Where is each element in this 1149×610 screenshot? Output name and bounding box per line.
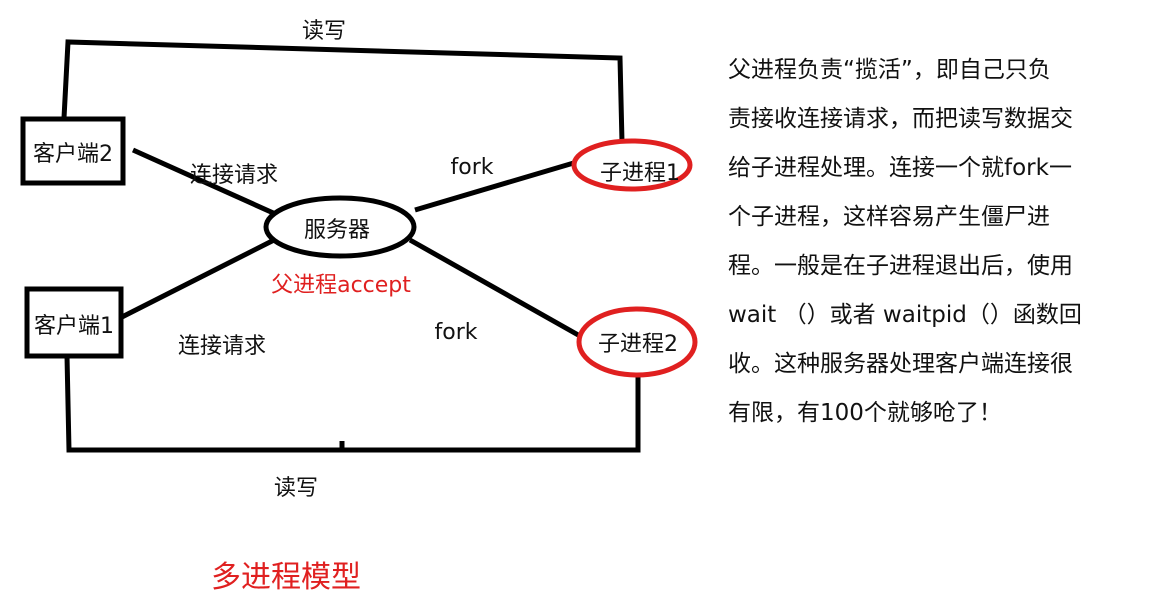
connect-request-label-bottom: 连接请求 — [178, 334, 266, 359]
diagram-caption: 多进程模型 — [211, 560, 361, 595]
read-write-line-bottom — [64, 355, 641, 453]
server-label: 服务器 — [304, 218, 370, 243]
client1-label: 客户端1 — [34, 314, 114, 339]
explanation-line: wait （）或者 waitpid（）函数回 — [728, 302, 1082, 328]
child1-label: 子进程1 — [600, 161, 680, 186]
child2-label: 子进程2 — [598, 332, 678, 357]
fork-edge-child1 — [414, 159, 578, 213]
fork-label-bottom: fork — [435, 320, 478, 345]
explanation-line: 收。这种服务器处理客户端连接很 — [728, 351, 1073, 377]
explanation-line: 父进程负责“揽活”，即自己只负 — [728, 57, 1051, 83]
client2-label: 客户端2 — [33, 142, 113, 167]
read-write-label-top: 读写 — [302, 19, 346, 44]
read-write-label-bottom: 读写 — [274, 476, 318, 501]
read-write-line-top — [61, 39, 625, 143]
explanation-line: 个子进程，这样容易产生僵尸进 — [728, 204, 1050, 230]
connect-request-label-top: 连接请求 — [190, 163, 278, 188]
server-note: 父进程accept — [271, 273, 411, 298]
explanation-line: 责接收连接请求，而把读写数据交 — [728, 106, 1073, 132]
fork-label-top: fork — [451, 155, 494, 180]
explanation-line: 程。一般是在子进程退出后，使用 — [728, 253, 1073, 279]
connect-edge-client1 — [118, 237, 276, 321]
explanation-text: 父进程负责“揽活”，即自己只负 责接收连接请求，而把读写数据交 给子进程处理。连… — [728, 46, 1128, 438]
explanation-line: 有限，有100个就够呛了！ — [728, 400, 1002, 426]
explanation-line: 给子进程处理。连接一个就fork一 — [728, 155, 1072, 181]
